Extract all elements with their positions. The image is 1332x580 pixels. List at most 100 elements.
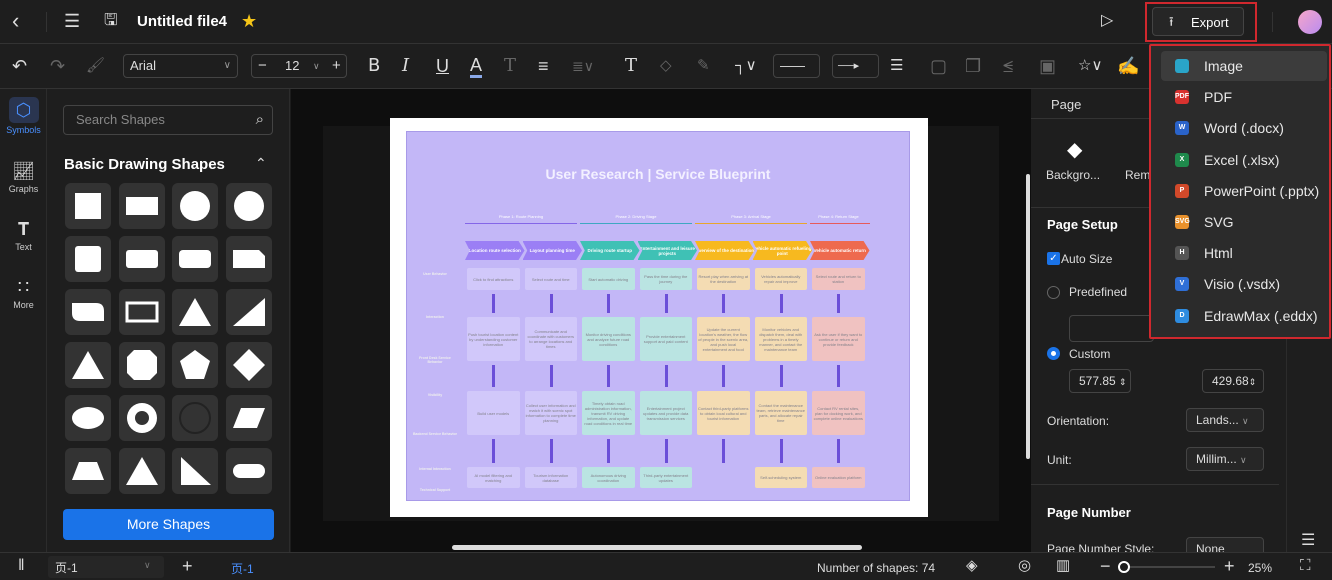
- shape-item[interactable]: [225, 236, 272, 282]
- diagram-card[interactable]: Ask the user if they want to continue or…: [812, 317, 865, 361]
- remove-background-button[interactable]: Rem: [1125, 168, 1150, 182]
- diagram-card[interactable]: Pass the time during the journey: [639, 268, 692, 290]
- diagram-card[interactable]: Resort play when arriving at the destina…: [697, 268, 750, 290]
- vertical-scrollbar[interactable]: [1026, 174, 1030, 459]
- redo-icon[interactable]: ↷: [50, 56, 65, 76]
- horizontal-scrollbar[interactable]: [452, 545, 862, 550]
- diagram-card[interactable]: Vehicles automatically repair and improv…: [754, 268, 807, 290]
- diagram-card[interactable]: Contact RV rental sites, plan for dockin…: [812, 391, 865, 435]
- custom-radio[interactable]: [1047, 347, 1060, 360]
- font-family-select[interactable]: Arial ∨: [123, 54, 238, 78]
- shape-item[interactable]: [225, 395, 272, 441]
- page-select[interactable]: 页-1 ∨: [48, 556, 164, 578]
- spinner-icon[interactable]: ⇕: [1249, 377, 1257, 387]
- shape-item[interactable]: [172, 395, 218, 441]
- search-icon[interactable]: ⌕: [256, 106, 264, 134]
- export-option-visio[interactable]: V Visio (.vsdx): [1161, 269, 1327, 299]
- auto-size-checkbox[interactable]: ✓: [1047, 252, 1060, 265]
- shape-item[interactable]: [172, 448, 218, 494]
- diagram-card[interactable]: Third-party entertainment updates: [639, 467, 692, 488]
- zoom-slider-thumb[interactable]: [1118, 561, 1130, 573]
- rail-symbols[interactable]: ⬡ Symbols: [0, 97, 47, 135]
- diagram-card[interactable]: Tourism information database: [524, 467, 577, 488]
- increase-icon[interactable]: +: [332, 55, 341, 77]
- line-weight-icon[interactable]: ☰: [890, 56, 903, 76]
- fullscreen-icon[interactable]: ⛶: [1300, 556, 1311, 576]
- diagram-card[interactable]: Online evaluation platform: [812, 467, 865, 488]
- shape-item[interactable]: [118, 448, 165, 494]
- zoom-in-icon[interactable]: +: [1224, 556, 1235, 576]
- shape-item[interactable]: [225, 342, 272, 388]
- shape-item[interactable]: [65, 342, 111, 388]
- diagram-card[interactable]: Entertainment project updates and provid…: [639, 391, 692, 435]
- background-button[interactable]: Backgro...: [1046, 168, 1100, 182]
- export-option-image[interactable]: Image: [1161, 51, 1327, 81]
- diagram-card[interactable]: Build user models: [467, 391, 520, 435]
- menu-icon[interactable]: ☰: [64, 11, 80, 31]
- rail-graphs[interactable]: 📈︎ Graphs: [0, 161, 47, 194]
- background-icon[interactable]: ◆: [1067, 137, 1082, 162]
- rail-text[interactable]: 𝐓 Text: [0, 219, 47, 252]
- diagram-card[interactable]: Update the current location's weather, t…: [697, 317, 750, 361]
- export-option-pdf[interactable]: PDF PDF: [1161, 82, 1327, 112]
- shape-item[interactable]: [65, 395, 111, 441]
- shape-item[interactable]: [118, 183, 165, 229]
- diagram-card[interactable]: Select route and time: [524, 268, 577, 290]
- underline-icon[interactable]: U: [436, 56, 449, 76]
- search-shapes-input[interactable]: Search Shapes ⌕: [63, 105, 273, 135]
- align-objects-icon[interactable]: ⪬: [1003, 56, 1013, 76]
- diagram[interactable]: User Research | Service Blueprint Phase …: [406, 131, 910, 501]
- predefined-radio[interactable]: [1047, 286, 1060, 299]
- diagram-card[interactable]: Monitor driving conditions and analyze f…: [582, 317, 635, 361]
- collapse-icon[interactable]: ⌃: [255, 155, 267, 172]
- export-option-edrawmax[interactable]: D EdrawMax (.eddx): [1161, 301, 1327, 331]
- settings-panel-icon[interactable]: ☰: [1301, 530, 1315, 550]
- export-option-excel[interactable]: X Excel (.xlsx): [1161, 145, 1327, 175]
- shape-item[interactable]: [65, 289, 111, 335]
- shape-item[interactable]: [172, 342, 218, 388]
- italic-icon[interactable]: I: [402, 56, 409, 76]
- zoom-out-icon[interactable]: −: [1100, 556, 1111, 576]
- predefined-size-select[interactable]: [1069, 315, 1154, 342]
- line-color-icon[interactable]: ✎: [697, 56, 710, 76]
- shape-item[interactable]: [172, 183, 218, 229]
- group-icon[interactable]: ▣: [1039, 56, 1056, 76]
- font-size-stepper[interactable]: − 12 ∨ +: [251, 54, 347, 78]
- bold-icon[interactable]: B: [368, 56, 380, 76]
- fill-icon[interactable]: ◇: [660, 56, 672, 76]
- diagram-card[interactable]: Contact third-party platforms to obtain …: [697, 391, 750, 435]
- magic-icon[interactable]: ☆∨: [1078, 56, 1102, 76]
- shape-item[interactable]: [225, 448, 272, 494]
- export-option-word[interactable]: W Word (.docx): [1161, 113, 1327, 143]
- shape-item[interactable]: [65, 448, 111, 494]
- file-title[interactable]: Untitled file4: [137, 13, 227, 30]
- unit-select[interactable]: Millim... ∨: [1186, 447, 1264, 471]
- width-input[interactable]: 577.85 ⇕: [1069, 369, 1131, 393]
- connector-icon[interactable]: ┐∨: [735, 56, 757, 76]
- export-option-html[interactable]: H Html: [1161, 238, 1327, 268]
- play-icon[interactable]: ▷: [1101, 11, 1113, 31]
- star-icon[interactable]: ★: [241, 11, 257, 31]
- page-panel-icon[interactable]: ‖: [18, 556, 25, 576]
- line-style-select[interactable]: [773, 54, 820, 78]
- diagram-card[interactable]: Monitor vehicles and dispatch them, deal…: [754, 317, 807, 361]
- text-style-icon[interactable]: T: [504, 56, 516, 76]
- page[interactable]: User Research | Service Blueprint Phase …: [390, 118, 928, 517]
- diagram-card[interactable]: Autonomous driving coordination: [582, 467, 635, 488]
- diagram-card[interactable]: Timely obtain road administration inform…: [582, 391, 635, 435]
- shape-item[interactable]: [65, 183, 111, 229]
- diagram-card[interactable]: Provide entertainment support and paid c…: [639, 317, 692, 361]
- shape-item[interactable]: [118, 236, 165, 282]
- format-painter-icon[interactable]: 🖌: [86, 56, 105, 76]
- zoom-slider[interactable]: [1118, 561, 1215, 573]
- export-button[interactable]: ⭱ Export: [1152, 7, 1244, 36]
- line-spacing-icon[interactable]: ≣∨: [572, 56, 594, 76]
- text-tool-icon[interactable]: T: [625, 56, 637, 76]
- diagram-card[interactable]: Self-scheduling system: [754, 467, 807, 488]
- undo-icon[interactable]: ↶: [12, 56, 27, 76]
- shape-item[interactable]: [118, 289, 165, 335]
- shape-item[interactable]: [225, 183, 272, 229]
- export-option-powerpoint[interactable]: P PowerPoint (.pptx): [1161, 176, 1327, 206]
- shape-item[interactable]: [172, 289, 218, 335]
- send-back-icon[interactable]: ❐: [965, 56, 981, 76]
